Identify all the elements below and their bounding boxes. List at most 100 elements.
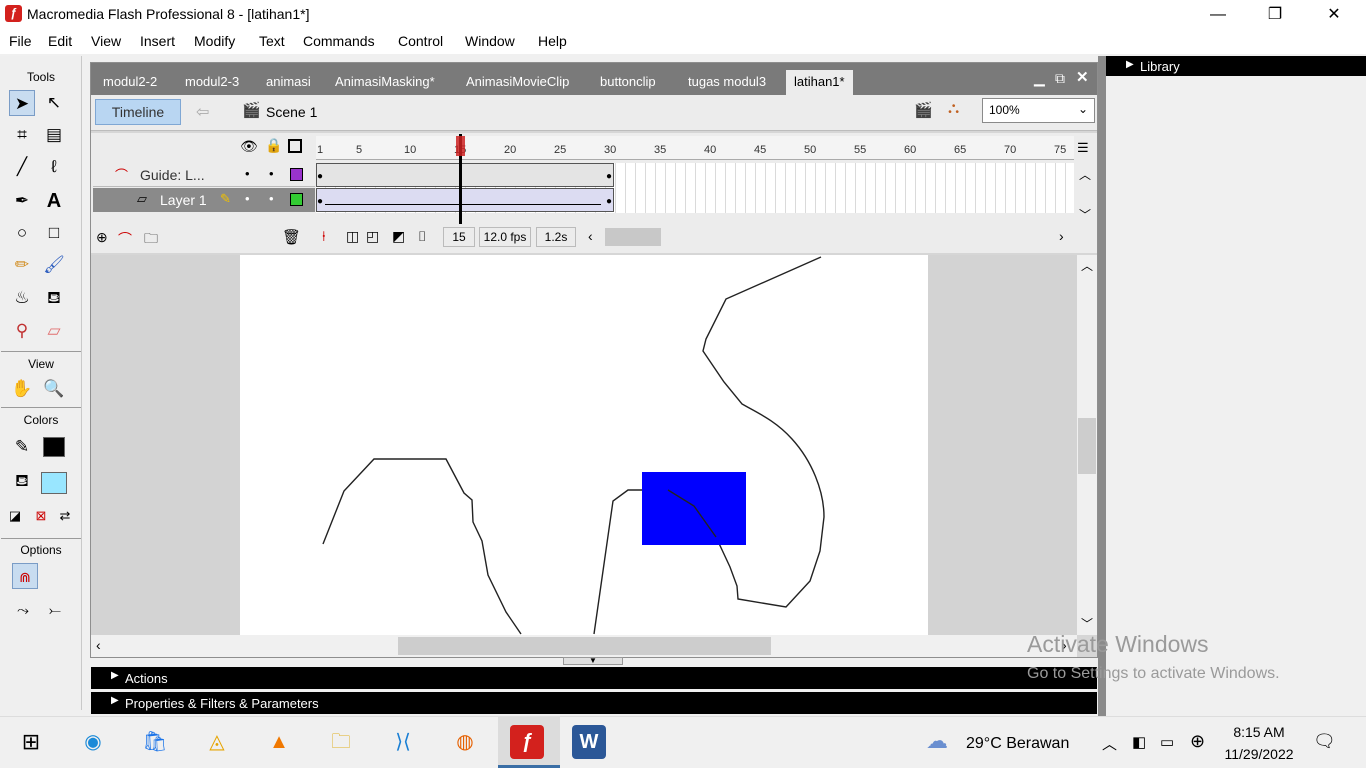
notification-icon[interactable]: 🗨 (1313, 731, 1336, 752)
black-white-icon[interactable]: ◪ (2, 503, 28, 529)
text-tool-icon[interactable]: A (41, 188, 67, 214)
minimize-button[interactable]: — (1195, 0, 1241, 30)
frame-rate-readout[interactable]: 12.0 fps (479, 227, 531, 247)
firefox-icon[interactable]: ◍ (448, 725, 482, 759)
add-motion-guide-icon[interactable]: ⌒ (118, 229, 132, 249)
tab-animasi[interactable]: animasi (266, 74, 311, 89)
battery-icon[interactable]: ▭ (1160, 733, 1174, 751)
menu-insert[interactable]: Insert (140, 33, 175, 49)
smooth-icon[interactable]: ⤳ (10, 598, 36, 624)
scroll-left-icon[interactable]: ‹ (96, 637, 101, 653)
straighten-icon[interactable]: ⤚ (42, 598, 68, 624)
tab-buttonclip[interactable]: buttonclip (600, 74, 656, 89)
word-icon[interactable]: W (572, 725, 606, 759)
free-transform-tool-icon[interactable]: ⌗ (9, 122, 35, 148)
stage-horizontal-scrollbar[interactable]: ‹ › (91, 635, 1077, 657)
close-button[interactable]: ✕ (1311, 0, 1357, 30)
visibility-dot[interactable]: • (245, 191, 250, 206)
clock-date[interactable]: 11/29/2022 (1217, 746, 1301, 762)
timeline-scroll-up-icon[interactable]: ︿ (1079, 166, 1091, 183)
pencil-tool-icon[interactable]: ✏ (9, 252, 35, 278)
onion-outlines-icon[interactable]: ◰ (366, 228, 379, 245)
properties-panel-bar[interactable]: ▶ Properties & Filters & Parameters (91, 692, 1097, 714)
menu-view[interactable]: View (91, 33, 121, 49)
playhead-marker[interactable] (456, 136, 465, 156)
hscroll-thumb[interactable] (398, 637, 771, 655)
panel-splitter[interactable] (1098, 56, 1106, 716)
panel-collapse-handle[interactable]: ▼ (563, 657, 623, 665)
layer-name[interactable]: Guide: L... (140, 167, 205, 183)
tab-tugas-modul3[interactable]: tugas modul3 (688, 74, 766, 89)
vscode-icon[interactable]: ⟩⟨ (386, 725, 420, 759)
maximize-button[interactable]: ❐ (1252, 0, 1298, 30)
pen-tool-icon[interactable]: ✒ (9, 188, 35, 214)
fill-color-swatch[interactable] (41, 472, 67, 494)
weather-text[interactable]: 29°C Berawan (966, 735, 1069, 753)
layer-outline-color[interactable] (290, 193, 303, 206)
no-color-icon[interactable]: ⊠ (28, 503, 54, 529)
menu-help[interactable]: Help (538, 33, 567, 49)
frame-ruler[interactable]: 1 5 10 15 20 25 30 35 40 45 50 55 60 65 … (316, 136, 1074, 160)
layer-name[interactable]: Layer 1 (160, 192, 207, 208)
ink-bottle-tool-icon[interactable]: ♨ (9, 285, 35, 311)
eye-icon[interactable]: 👁 (240, 138, 258, 155)
timeline-toggle-button[interactable]: Timeline (95, 99, 181, 125)
lock-icon[interactable]: 🔒 (265, 137, 282, 154)
scroll-up-icon[interactable]: ︿ (1081, 257, 1093, 274)
motion-tween-span[interactable] (316, 188, 614, 212)
eyedropper-tool-icon[interactable]: ⚲ (9, 318, 35, 344)
zoom-tool-icon[interactable]: 🔍 (41, 376, 67, 402)
edit-symbols-icon[interactable]: ⛬ (948, 100, 959, 118)
back-arrow-icon[interactable]: ⇦ (196, 102, 209, 122)
rectangle-tool-icon[interactable]: □ (41, 220, 67, 246)
lock-dot[interactable]: • (269, 191, 274, 206)
brush-tool-icon[interactable]: 🖌 (41, 252, 67, 278)
keyframe-dot[interactable]: ● (606, 196, 612, 207)
layer-outline-color[interactable] (290, 168, 303, 181)
tab-latihan1[interactable]: latihan1* (786, 70, 853, 95)
menu-window[interactable]: Window (465, 33, 515, 49)
modify-onion-markers-icon[interactable]: ⌷ (418, 228, 426, 245)
snap-magnet-icon[interactable]: ⋒ (12, 563, 38, 589)
network-globe-icon[interactable]: ⊕ (1190, 731, 1205, 752)
stage-drawing[interactable] (240, 255, 928, 635)
edge-browser-icon[interactable]: ◉ (76, 725, 110, 759)
swap-colors-icon[interactable]: ⇄ (52, 503, 78, 529)
doc-restore-icon[interactable]: ⧉ (1055, 70, 1065, 87)
edit-multiple-frames-icon[interactable]: ◩ (392, 228, 405, 245)
edit-scene-icon[interactable]: 🎬 (914, 101, 933, 119)
timeline-scroll-right-icon[interactable]: › (1059, 228, 1064, 244)
stage-vertical-scrollbar[interactable]: ︿ ﹀ (1077, 255, 1097, 635)
start-windows-icon[interactable]: ⊞ (14, 725, 48, 759)
actions-panel-bar[interactable]: ▶ Actions (91, 667, 1097, 689)
menu-control[interactable]: Control (398, 33, 443, 49)
tray-chevron-icon[interactable]: ︿ (1102, 733, 1117, 754)
flash-taskbar-icon[interactable]: ƒ (510, 725, 544, 759)
delete-layer-icon[interactable]: 🗑 (282, 228, 301, 246)
clock-time[interactable]: 8:15 AM (1221, 724, 1297, 740)
layer-row-guide[interactable]: ⌒ Guide: L... • • (93, 163, 315, 187)
guide-frames-span[interactable] (316, 163, 614, 187)
vlc-icon[interactable]: ▲ (262, 725, 296, 759)
lock-dot[interactable]: • (269, 166, 274, 181)
menu-modify[interactable]: Modify (194, 33, 235, 49)
menu-edit[interactable]: Edit (48, 33, 72, 49)
vscroll-thumb[interactable] (1078, 418, 1096, 474)
app-triangle-icon[interactable]: ◬ (200, 725, 234, 759)
lasso-tool-icon[interactable]: ℓ (41, 154, 67, 180)
outline-icon[interactable] (288, 139, 302, 153)
scroll-down-icon[interactable]: ﹀ (1081, 615, 1093, 632)
doc-minimize-icon[interactable]: ▁ (1034, 70, 1045, 87)
store-icon[interactable]: 🛍 (138, 725, 172, 759)
fill-transform-tool-icon[interactable]: ▤ (41, 122, 67, 148)
library-panel-bar[interactable]: ▶ Library (1106, 56, 1366, 76)
visibility-dot[interactable]: • (245, 166, 250, 181)
hand-tool-icon[interactable]: ✋ (9, 376, 35, 402)
subselection-tool-icon[interactable]: ↖ (41, 90, 67, 116)
timeline-scroll-down-icon[interactable]: ﹀ (1079, 206, 1091, 223)
menu-file[interactable]: File (9, 33, 32, 49)
tab-modul2-2[interactable]: modul2-2 (103, 74, 157, 89)
tab-modul2-3[interactable]: modul2-3 (185, 74, 239, 89)
menu-commands[interactable]: Commands (303, 33, 375, 49)
selection-tool-icon[interactable]: ➤ (9, 90, 35, 116)
